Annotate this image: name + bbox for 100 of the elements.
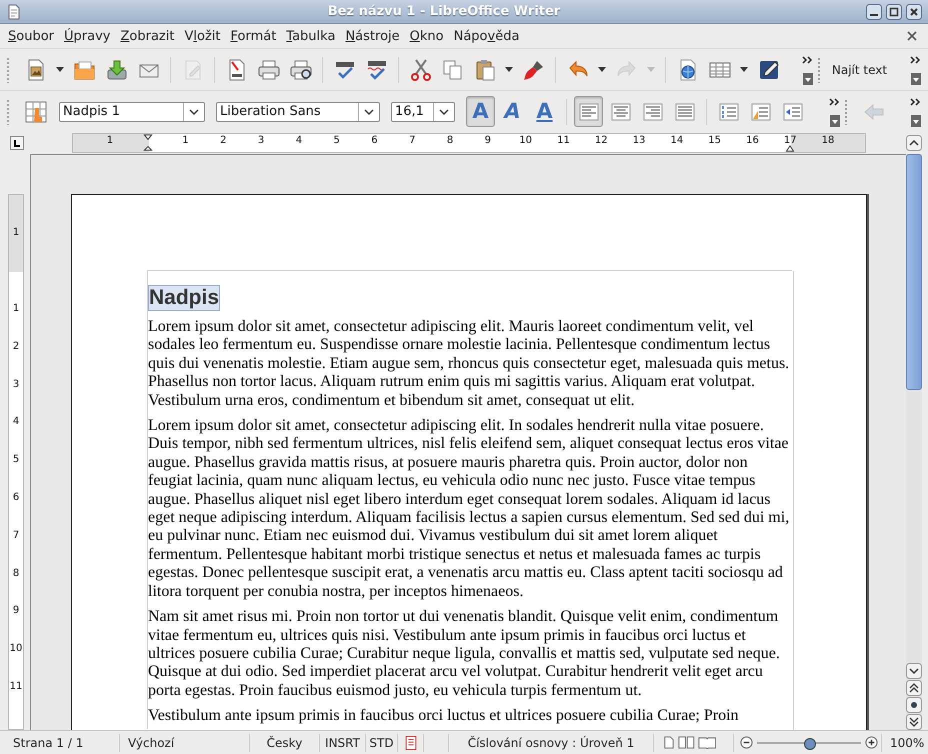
ruler-number: 3 <box>12 378 20 392</box>
ruler-number: 4 <box>296 135 302 146</box>
paragraph: Nam sit amet risus mi. Proin non tortor ut dui venenatis blandit. Quisque velit enim, condimentum vitae fermentum eu, ultrices quis nisi. Vestibulum ante ipsum primis in faucibus orci luctus et ultrices posuere cubilia Curae; Curabitur neque ligula, convallis et mattis sed, vulputate sed neque. Quisque at dui odio. Sed imperdiet placerat arcu vel volutpat. Curabitur hendrerit velit eget arcu porta egestas. Proin faucibus euismod justo, eu vehicula turpis fermentum ut. <box>148 608 781 700</box>
ruler-number: 9 <box>484 135 492 146</box>
caret-icon[interactable] <box>364 108 374 114</box>
paragraph: Lorem ipsum dolor sit amet, consectetur adipiscing elit. In sodales hendrerit nulla vitae posuere. Duis tempor, nibh sed fermentum ultrices, nisl felis eleifend sem, aliquet consequat lectus eros vitae augue. Phasellus gravida mattis risus, at posuere mauris pharetra quis. Proin auctor, dolor non feugiat lacinia, quam nunc aliquam lectus, eu vehicula odio nunc nec justo. Fusce vitae tempus augue. Phasellus aliquet nisl eget libero interdum eget consequat lorem sodales. Aliquam id lacus eget neque adipiscing interdum. Aliquam facilisis lectus a sapien cursus elementum. Sed sed dui mi, eu pulvinar nunc. Etiam nec euismod dui. Vivamus vestibulum dui sit amet lorem aliquet fermentum. Pellentesque habitant morbi tristique senectus et netus et malesuada fames ac turpis egestas. Donec pellentesque suscipit erat, a venenatis arcu mattis eu. Class aptent taciti sociosqu ad litora torquent per conubia nostra, per inceptos himenaeos. <box>148 417 790 602</box>
copy-icon <box>440 58 464 82</box>
page-count: Strana 1 / 1 <box>0 734 120 752</box>
toolbar-grip[interactable] <box>6 98 10 124</box>
ruler-number: 9 <box>12 604 20 618</box>
font-size-combo[interactable]: 16,1 <box>391 102 455 122</box>
toolbar-overflow-icon[interactable] <box>829 96 841 126</box>
styles-grid-icon <box>24 100 48 124</box>
caret-icon[interactable] <box>598 67 606 72</box>
ruler-number: 10 <box>9 642 23 656</box>
vertical-scrollbar[interactable] <box>906 154 922 730</box>
italic-button[interactable]: A <box>498 96 527 127</box>
ruler-number: 1 <box>106 135 114 146</box>
document-icon <box>6 4 22 20</box>
printer-magnifier-icon <box>288 58 312 82</box>
menu-item[interactable]: Úpravy <box>59 28 116 44</box>
ruler-number: 2 <box>12 340 20 354</box>
caret-icon[interactable] <box>189 108 199 114</box>
menu-item[interactable]: Nástroje <box>340 28 405 44</box>
single-page-view-icon[interactable] <box>662 736 675 749</box>
paragraph: Lorem ipsum dolor sit amet, consectetur adipiscing elit. Mauris laoreet condimentum velit, vel sodales leo fermentum eu. Suspendisse ornare molestie lacinia. Pellentesque condimentum lectus quis dui venenatis molestie. Etiam augue sem, rhoncus quis consectetur eget, malesuada quis metus. Phasellus non tortor lacus. Aliquam rutrum enim quis mi sagittis varius. Aliquam erat volutpat. Vestibulum urna eros, condimentum et bibendum sit amet, consequat ut elit. <box>148 318 790 410</box>
menu-item[interactable]: Okno <box>404 28 449 44</box>
book-view-icon[interactable] <box>698 736 716 749</box>
paragraph-style-combo[interactable]: Nadpis 1 <box>59 102 205 122</box>
scrollbar-thumb[interactable] <box>906 154 922 390</box>
ruler-number: 4 <box>12 415 20 430</box>
align-left-button[interactable] <box>574 96 603 127</box>
toolbar-grip[interactable] <box>6 56 10 82</box>
minimize-icon[interactable] <box>866 4 882 20</box>
toolbar-overflow-icon[interactable] <box>910 54 922 84</box>
ruler-number: 7 <box>409 135 416 146</box>
insert-mode: INSRT <box>320 734 366 752</box>
scissors-icon <box>408 58 432 82</box>
horizontal-ruler[interactable]: 1 1 2 3 4 5 6 7 8 9 10 11 12 13 14 15 16 17 18 <box>72 133 866 153</box>
underline-button[interactable]: A <box>530 96 559 127</box>
paragraph: Vestibulum ante ipsum primis in faucibus orci luctus et ultrices posuere cubilia Curae; Proin <box>148 707 740 726</box>
ruler-number: 1 <box>12 302 20 316</box>
ruler-number: 15 <box>708 135 722 146</box>
ruler-number: 6 <box>371 135 378 146</box>
ruler-number: 16 <box>746 135 759 146</box>
page-style: Výchozí <box>120 734 250 752</box>
caret-icon[interactable] <box>439 108 449 114</box>
toolbar-overflow-icon[interactable] <box>910 96 922 126</box>
ruler-number: 6 <box>12 490 20 505</box>
signature-icon[interactable] <box>404 734 418 750</box>
menu-item[interactable]: Tabulka <box>281 28 340 44</box>
two-page-view-icon[interactable] <box>678 736 695 749</box>
ruler-number: 1 <box>182 135 189 146</box>
ruler-number: 12 <box>594 135 608 146</box>
caret-icon[interactable] <box>56 67 64 72</box>
heading: Nadpis <box>148 285 220 311</box>
vertical-ruler[interactable]: 1 1 2 3 4 5 6 7 8 9 10 11 <box>8 194 24 730</box>
text-area[interactable] <box>148 271 793 730</box>
download-icon <box>104 58 128 82</box>
menu-item[interactable]: Nápověda <box>448 28 524 44</box>
menu-item[interactable]: Formát <box>225 28 282 44</box>
maximize-icon[interactable] <box>886 4 902 20</box>
close-icon[interactable] <box>907 31 917 41</box>
close-icon[interactable] <box>906 4 922 20</box>
zoom-percentage: 100% <box>889 734 924 752</box>
find-text-label: Najít text <box>832 62 888 76</box>
ruler-number: 8 <box>446 135 454 146</box>
indent-marker-icon[interactable] <box>143 134 153 152</box>
toolbar-overflow-icon[interactable] <box>802 54 814 84</box>
bold-button[interactable]: A <box>466 96 495 127</box>
caret-icon[interactable] <box>740 67 748 72</box>
ruler-number: 10 <box>519 135 532 146</box>
ruler-number: 14 <box>670 135 684 146</box>
ruler-number: 11 <box>9 680 23 694</box>
selection-mode: STD <box>366 734 398 752</box>
zoom-slider-thumb[interactable] <box>804 738 816 750</box>
next-page-icon[interactable] <box>906 714 922 730</box>
menu-item[interactable]: Soubor <box>3 28 60 44</box>
printer-icon <box>256 58 280 82</box>
window-title: Bez názvu 1 - LibreOffice Writer <box>326 4 562 19</box>
caret-icon[interactable] <box>505 67 513 72</box>
zoom-in-icon[interactable] <box>865 736 878 749</box>
ruler-number: 5 <box>333 135 340 146</box>
indent-marker-icon[interactable] <box>785 145 795 152</box>
tab-stop-icon[interactable] <box>10 136 24 150</box>
scroll-up-icon[interactable] <box>906 135 922 151</box>
toolbar-grip[interactable] <box>844 98 848 124</box>
zoom-out-icon[interactable] <box>740 736 753 749</box>
previous-page-icon[interactable] <box>906 680 922 696</box>
ruler-number: 17 <box>784 135 797 146</box>
ruler-number: 8 <box>12 566 20 581</box>
navigation-icon[interactable] <box>906 697 922 713</box>
language: Česky <box>250 734 320 752</box>
menu-item[interactable]: Zobrazit <box>115 28 180 44</box>
font-name-combo[interactable]: Liberation Sans <box>216 102 380 122</box>
ruler-number: 7 <box>12 528 20 543</box>
scroll-down-icon[interactable] <box>906 663 922 679</box>
menu-item[interactable]: Vložit <box>179 28 226 44</box>
ruler-number: 2 <box>220 135 226 146</box>
ruler-number: 5 <box>12 453 20 468</box>
